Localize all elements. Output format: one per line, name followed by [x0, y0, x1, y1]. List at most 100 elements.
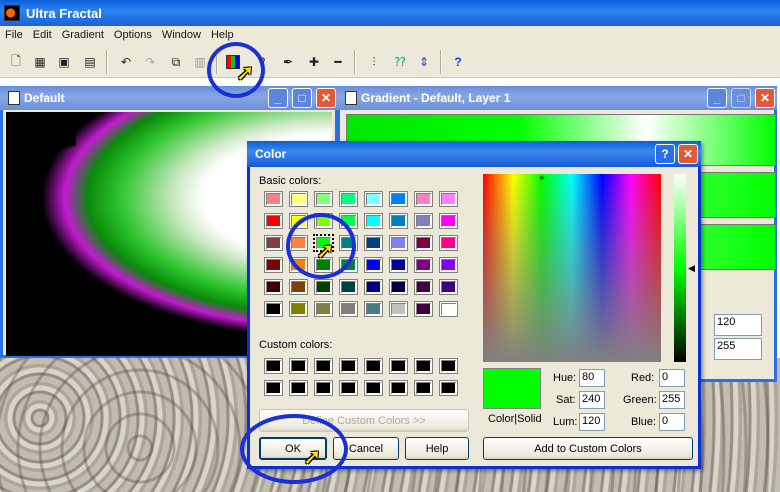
custom-color-swatch[interactable]	[389, 358, 408, 374]
custom-color-swatch[interactable]	[264, 380, 283, 396]
basic-color-swatch[interactable]	[414, 235, 433, 251]
basic-color-swatch[interactable]	[314, 279, 333, 295]
basic-color-swatch[interactable]	[289, 279, 308, 295]
luminosity-arrow-icon[interactable]: ◀	[688, 263, 695, 274]
save-all-icon[interactable]: ▤	[80, 52, 100, 72]
basic-color-swatch[interactable]	[414, 279, 433, 295]
basic-color-swatch[interactable]	[264, 213, 283, 229]
custom-color-swatch[interactable]	[339, 358, 358, 374]
custom-color-swatch[interactable]	[439, 380, 458, 396]
red-field[interactable]: 0	[659, 369, 685, 387]
custom-color-swatch[interactable]	[289, 380, 308, 396]
basic-color-swatch[interactable]	[414, 301, 433, 317]
color-spectrum[interactable]	[483, 174, 661, 362]
maximize-icon[interactable]: □	[731, 88, 751, 108]
arrows-icon[interactable]: ⇕	[414, 52, 434, 72]
minimize-icon[interactable]: _	[268, 88, 288, 108]
custom-color-swatch[interactable]	[314, 380, 333, 396]
gradient-window-title-bar[interactable]: Gradient - Default, Layer 1 _ □ ✕	[337, 86, 777, 110]
copy-icon[interactable]: ⧉	[166, 52, 186, 72]
green-field[interactable]: 255	[659, 391, 685, 409]
close-icon[interactable]: ✕	[678, 144, 698, 164]
maximize-icon[interactable]: □	[292, 88, 312, 108]
basic-color-swatch[interactable]	[414, 257, 433, 273]
remove-point-icon[interactable]: ━	[328, 52, 348, 72]
basic-color-swatch[interactable]	[264, 191, 283, 207]
basic-color-swatch[interactable]	[289, 301, 308, 317]
basic-color-swatch[interactable]	[364, 301, 383, 317]
custom-color-swatch[interactable]	[414, 358, 433, 374]
basic-color-swatch[interactable]	[314, 191, 333, 207]
basic-color-swatch[interactable]	[364, 213, 383, 229]
add-point-icon[interactable]: ✚	[304, 52, 324, 72]
basic-color-swatch[interactable]	[439, 301, 458, 317]
basic-color-swatch[interactable]	[364, 279, 383, 295]
hue-field[interactable]: 80	[579, 369, 605, 387]
menu-options[interactable]: Options	[109, 29, 157, 41]
undo-icon[interactable]: ↶	[116, 52, 136, 72]
menu-gradient[interactable]: Gradient	[57, 29, 109, 41]
add-to-custom-colors-button[interactable]: Add to Custom Colors	[483, 437, 693, 460]
basic-color-swatch[interactable]	[264, 257, 283, 273]
menu-help[interactable]: Help	[206, 29, 239, 41]
basic-color-swatch[interactable]	[264, 279, 283, 295]
help-button[interactable]: Help	[405, 437, 469, 460]
basic-color-swatch[interactable]	[339, 191, 358, 207]
basic-color-swatch[interactable]	[389, 213, 408, 229]
gradient-value-a[interactable]: 120	[714, 314, 762, 336]
menu-window[interactable]: Window	[157, 29, 206, 41]
lum-field[interactable]: 120	[579, 413, 605, 431]
menu-edit[interactable]: Edit	[28, 29, 57, 41]
basic-color-swatch[interactable]	[264, 235, 283, 251]
close-icon[interactable]: ✕	[755, 88, 775, 108]
basic-color-swatch[interactable]	[439, 213, 458, 229]
custom-color-swatch[interactable]	[364, 358, 383, 374]
open-icon[interactable]: ▦	[30, 52, 50, 72]
random-icon[interactable]: ⁇	[390, 52, 410, 72]
basic-color-swatch[interactable]	[389, 301, 408, 317]
color-dialog-title-bar[interactable]: Color ? ✕	[247, 141, 701, 167]
custom-color-swatch[interactable]	[314, 358, 333, 374]
custom-color-swatch[interactable]	[264, 358, 283, 374]
basic-color-swatch[interactable]	[439, 279, 458, 295]
adjust-icon[interactable]: ⫶	[364, 52, 384, 72]
basic-color-swatch[interactable]	[414, 191, 433, 207]
basic-color-swatch[interactable]	[414, 213, 433, 229]
custom-color-swatch[interactable]	[289, 358, 308, 374]
basic-color-swatch[interactable]	[364, 257, 383, 273]
basic-color-swatch[interactable]	[389, 191, 408, 207]
close-icon[interactable]: ✕	[316, 88, 336, 108]
basic-color-swatch[interactable]	[339, 301, 358, 317]
basic-color-swatch[interactable]	[314, 301, 333, 317]
help-icon[interactable]: ?	[448, 52, 468, 72]
basic-color-swatch[interactable]	[389, 257, 408, 273]
basic-color-swatch[interactable]	[364, 235, 383, 251]
custom-color-swatch[interactable]	[414, 380, 433, 396]
save-icon[interactable]: ▣	[54, 52, 74, 72]
luminosity-slider[interactable]	[674, 174, 686, 362]
basic-color-swatch[interactable]	[389, 235, 408, 251]
basic-color-swatch[interactable]	[264, 301, 283, 317]
toolbar-separator	[440, 50, 442, 74]
custom-color-swatch[interactable]	[439, 358, 458, 374]
gradient-value-b[interactable]: 255	[714, 338, 762, 360]
menu-file[interactable]: File	[0, 29, 28, 41]
basic-color-swatch[interactable]	[364, 191, 383, 207]
minimize-icon[interactable]: _	[707, 88, 727, 108]
sat-field[interactable]: 240	[579, 391, 605, 409]
custom-color-swatch[interactable]	[339, 380, 358, 396]
custom-color-swatch[interactable]	[389, 380, 408, 396]
basic-color-swatch[interactable]	[289, 191, 308, 207]
blue-field[interactable]: 0	[659, 413, 685, 431]
basic-color-swatch[interactable]	[389, 279, 408, 295]
eyedropper-icon[interactable]: ✒	[278, 52, 298, 72]
basic-color-swatch[interactable]	[439, 235, 458, 251]
redo-icon[interactable]: ↷	[140, 52, 160, 72]
fractal-window-title-bar[interactable]: Default _ □ ✕	[0, 86, 338, 110]
basic-color-swatch[interactable]	[439, 191, 458, 207]
custom-color-swatch[interactable]	[364, 380, 383, 396]
basic-color-swatch[interactable]	[439, 257, 458, 273]
help-button-icon[interactable]: ?	[655, 144, 675, 164]
new-icon[interactable]: 🗋	[6, 52, 26, 72]
basic-color-swatch[interactable]	[339, 279, 358, 295]
